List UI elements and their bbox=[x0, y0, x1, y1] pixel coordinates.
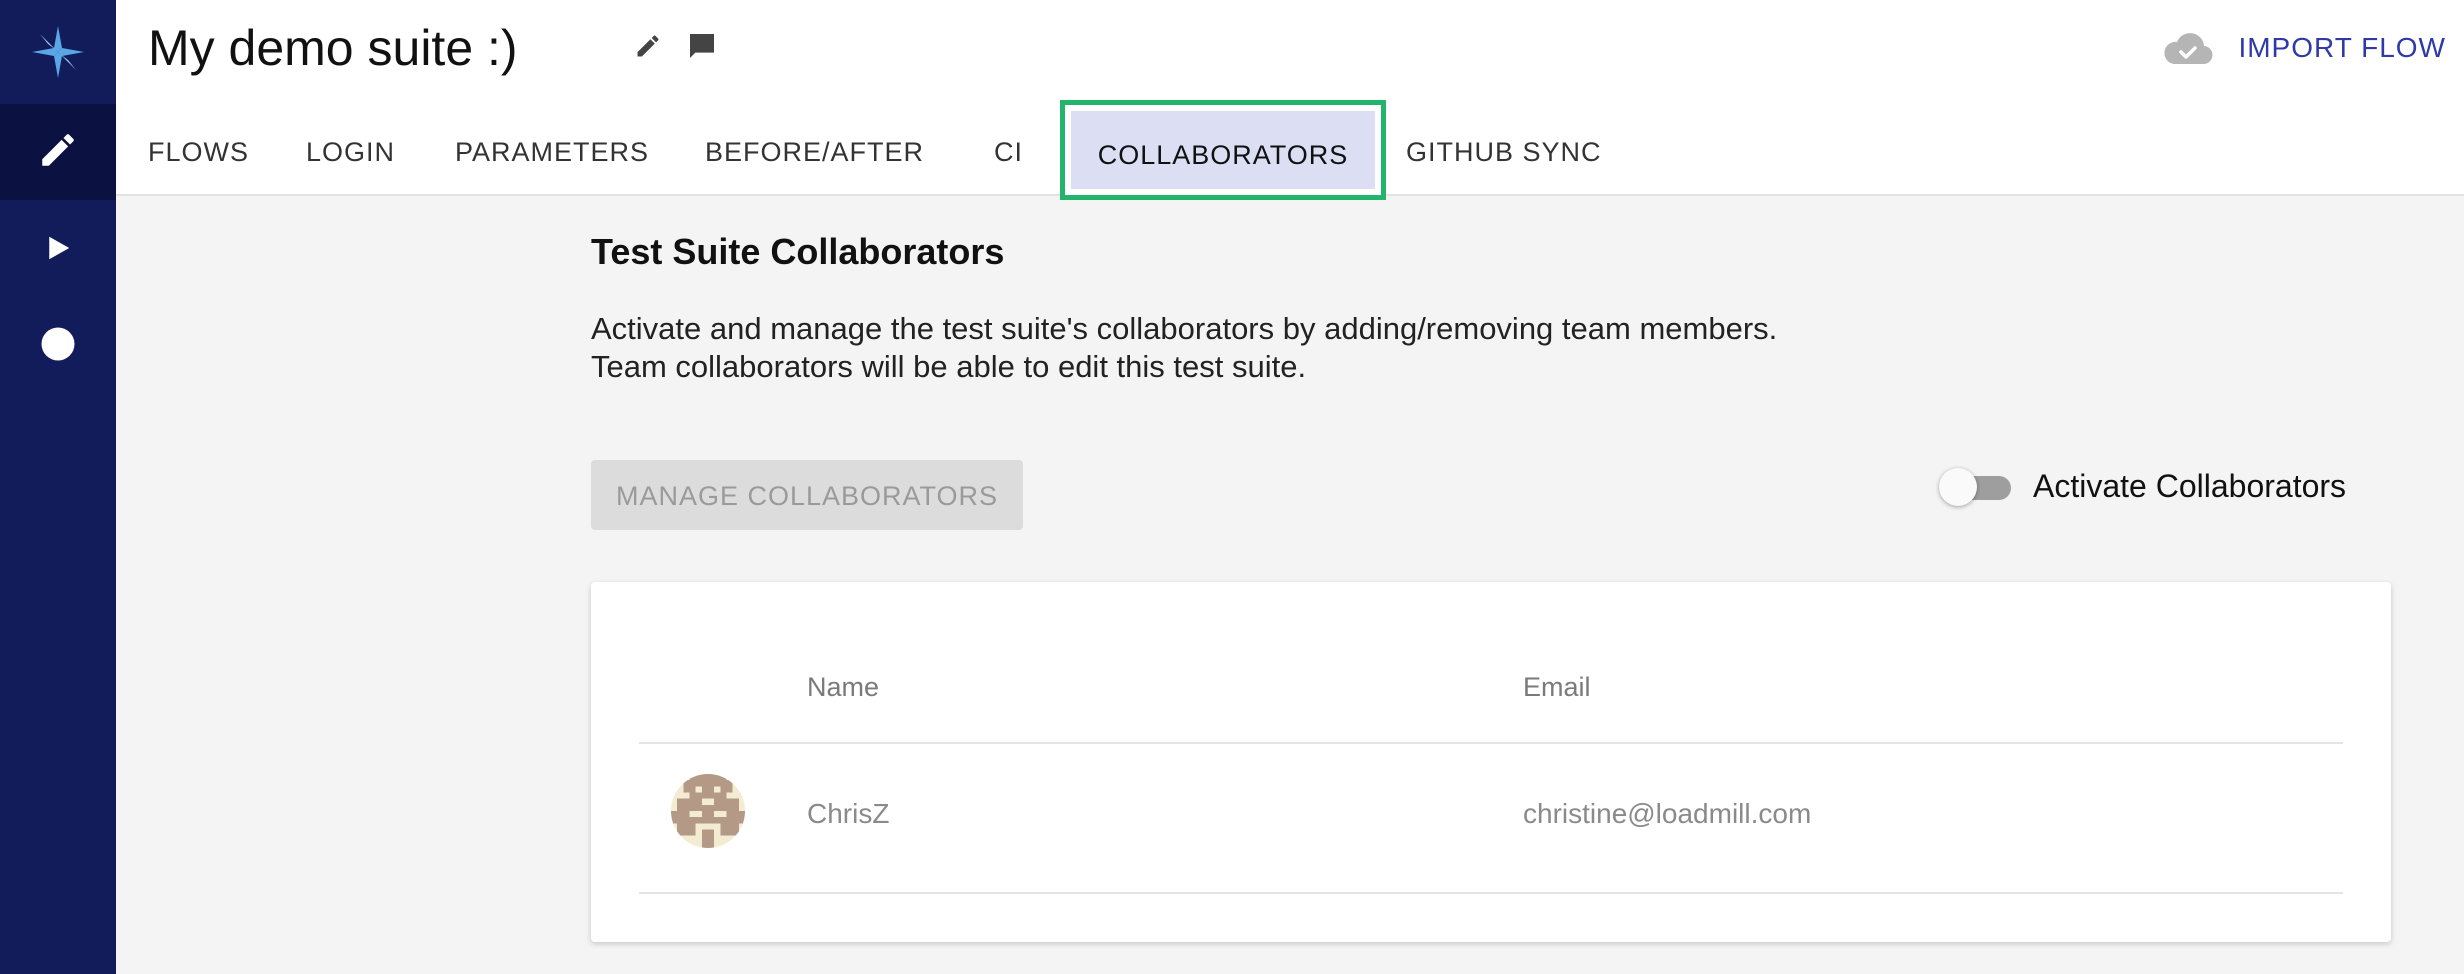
collaborator-email: christine@loadmill.com bbox=[1523, 798, 1812, 829]
logo-icon[interactable] bbox=[0, 0, 116, 104]
comment-icon[interactable] bbox=[686, 30, 718, 67]
import-flow-button[interactable]: IMPORT FLOW bbox=[2238, 30, 2446, 66]
sidebar-item-record[interactable] bbox=[0, 298, 116, 394]
pencil-icon bbox=[37, 129, 79, 176]
cloud-check-icon bbox=[2162, 30, 2214, 73]
toggle-knob bbox=[1939, 468, 1977, 506]
sidebar-item-edit[interactable] bbox=[0, 104, 116, 200]
play-icon bbox=[43, 233, 73, 268]
divider bbox=[639, 742, 2343, 744]
tab-bar: FLOWS LOGIN PARAMETERS BEFORE/AFTER CI C… bbox=[116, 100, 2464, 200]
section-title: Test Suite Collaborators bbox=[591, 231, 1005, 272]
activate-collaborators-toggle[interactable] bbox=[1939, 466, 2011, 506]
description-line-2: Team collaborators will be able to edit … bbox=[591, 349, 1307, 384]
sidebar-item-run[interactable] bbox=[0, 202, 116, 298]
tab-login[interactable]: LOGIN bbox=[306, 110, 395, 194]
tab-ci[interactable]: CI bbox=[994, 110, 1023, 194]
tab-parameters[interactable]: PARAMETERS bbox=[455, 110, 649, 194]
collaborators-table: Name Email ChrisZ christine@loadmill.com bbox=[591, 582, 2391, 942]
avatar bbox=[671, 774, 745, 848]
column-header-email: Email bbox=[1523, 672, 1591, 702]
section-description: Activate and manage the test suite's col… bbox=[591, 310, 2391, 386]
tab-before-after[interactable]: BEFORE/AFTER bbox=[705, 110, 924, 194]
toggle-label: Activate Collaborators bbox=[2033, 467, 2347, 504]
manage-collaborators-button[interactable]: MANAGE COLLABORATORS bbox=[591, 460, 1023, 530]
collaborators-panel: Test Suite Collaborators Activate and ma… bbox=[591, 230, 2391, 942]
column-header-name: Name bbox=[807, 672, 880, 702]
page-title: My demo suite :) bbox=[148, 20, 518, 76]
divider bbox=[639, 892, 2343, 894]
tab-flows[interactable]: FLOWS bbox=[148, 110, 249, 194]
tab-github-sync[interactable]: GITHUB SYNC bbox=[1406, 110, 1602, 194]
edit-title-icon[interactable] bbox=[634, 32, 662, 65]
activate-collaborators-control: Activate Collaborators bbox=[1939, 466, 2346, 506]
description-line-1: Activate and manage the test suite's col… bbox=[591, 311, 1778, 346]
tab-collaborators[interactable]: COLLABORATORS bbox=[1060, 100, 1386, 200]
circle-icon bbox=[40, 326, 76, 367]
header: My demo suite :) IMPORT FLOW bbox=[116, 0, 2464, 110]
sidebar bbox=[0, 0, 116, 974]
collaborator-name: ChrisZ bbox=[807, 798, 890, 829]
